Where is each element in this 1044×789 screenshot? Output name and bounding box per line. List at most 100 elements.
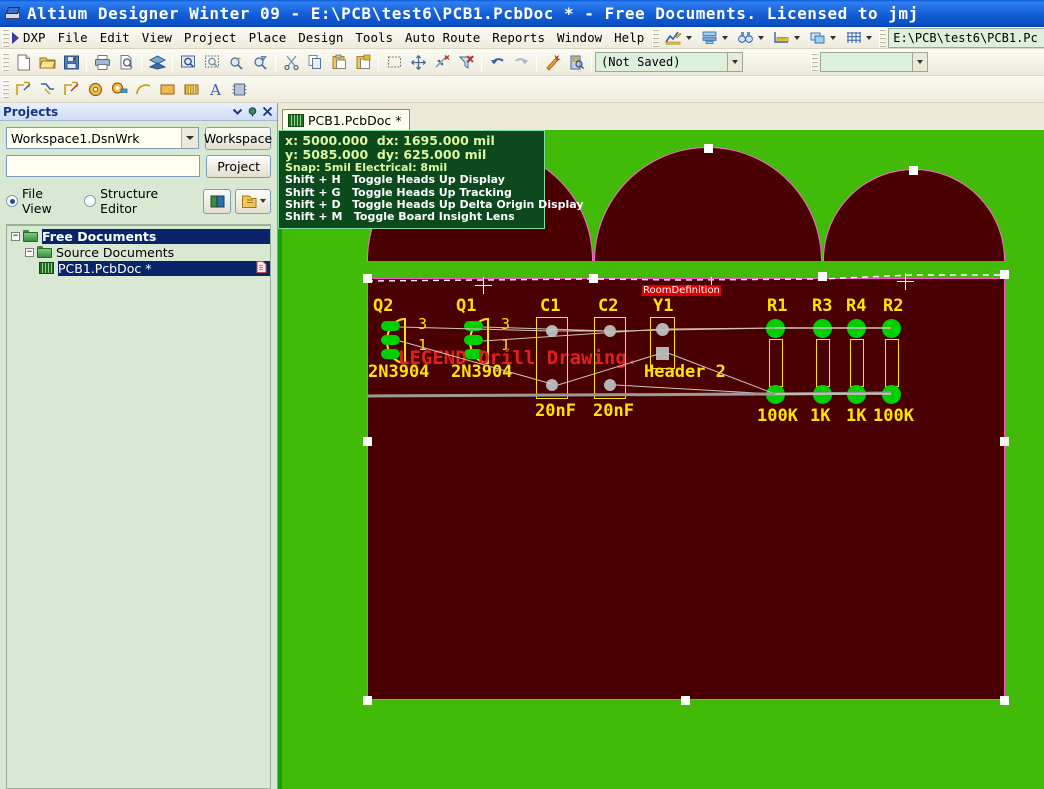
component-value-Y1[interactable]: Header 2: [644, 362, 726, 382]
layers-stack-icon[interactable]: [697, 26, 721, 49]
dropdown-arrow-icon[interactable]: [259, 199, 266, 203]
file-view-label[interactable]: File View: [22, 186, 72, 216]
menu-item-window[interactable]: Window: [551, 28, 608, 47]
menu-item-tools[interactable]: Tools: [349, 28, 399, 47]
component-value-R2[interactable]: 100K: [873, 406, 914, 426]
secondary-combo[interactable]: [820, 52, 928, 72]
selection-handle-left-mid[interactable]: [363, 437, 372, 446]
chart-pencil-icon[interactable]: [661, 26, 685, 49]
menu-item-reports[interactable]: Reports: [486, 28, 551, 47]
copy-icon[interactable]: [303, 51, 327, 74]
menu-item-edit[interactable]: Edit: [94, 28, 136, 47]
grid-dropdown-icon[interactable]: [866, 35, 873, 40]
menu-item-file[interactable]: File: [52, 28, 94, 47]
pad-Y1-1[interactable]: [656, 323, 669, 336]
books-icon[interactable]: [203, 188, 231, 214]
pcb-canvas[interactable]: x: 5000.000 dx: 1695.000 mil y: 5085.000…: [278, 130, 1044, 789]
pad-R3-1[interactable]: [813, 319, 832, 338]
place-string-icon[interactable]: A: [203, 78, 227, 101]
component-label-Q2[interactable]: Q2: [373, 296, 393, 316]
wand-icon[interactable]: [540, 51, 564, 74]
redo-icon[interactable]: [509, 51, 533, 74]
tree-item-source-documents[interactable]: − Source Documents: [7, 244, 270, 260]
cut-icon[interactable]: [279, 51, 303, 74]
select-area-icon[interactable]: [382, 51, 406, 74]
deselect-icon[interactable]: [430, 51, 454, 74]
component-silk-R2[interactable]: [885, 339, 899, 387]
placement-toolbar-gripper[interactable]: [2, 80, 9, 98]
menu-gripper[interactable]: [2, 28, 9, 47]
browse-icon[interactable]: [564, 51, 588, 74]
saved-state-dropdown-icon[interactable]: [727, 53, 742, 71]
pad-Y1-2[interactable]: [656, 347, 669, 360]
board-arc-middle[interactable]: [594, 147, 822, 261]
main-toolbar-gripper[interactable]: [2, 53, 9, 71]
file-view-radio[interactable]: [6, 195, 18, 207]
pad-R1-1[interactable]: [766, 319, 785, 338]
ruler-icon[interactable]: [769, 26, 793, 49]
pad-R2-1[interactable]: [882, 319, 901, 338]
binoculars-icon[interactable]: [733, 26, 757, 49]
component-value-R3[interactable]: 1K: [810, 406, 830, 426]
saved-state-combo[interactable]: (Not Saved): [595, 52, 743, 72]
workspace-combo[interactable]: Workspace1.DsnWrk: [6, 127, 199, 149]
component-silk-R1[interactable]: [769, 339, 783, 387]
paste-special-icon[interactable]: [351, 51, 375, 74]
place-pad-icon[interactable]: [83, 78, 107, 101]
component-silk-R3[interactable]: [816, 339, 830, 387]
pad-R4-2[interactable]: [847, 385, 866, 404]
zoom-out-icon[interactable]: [224, 51, 248, 74]
menu-item-dxp[interactable]: DXP: [21, 28, 52, 47]
selection-handle-arc-right-top[interactable]: [909, 166, 918, 175]
pad-Q1-1[interactable]: [464, 321, 483, 331]
component-label-C2[interactable]: C2: [598, 296, 618, 316]
pad-R3-2[interactable]: [813, 385, 832, 404]
place-via-icon[interactable]: [107, 78, 131, 101]
menu-item-view[interactable]: View: [136, 28, 178, 47]
selection-handle-right-top[interactable]: [1000, 270, 1009, 279]
component-label-Q1[interactable]: Q1: [456, 296, 476, 316]
selection-handle-left-top[interactable]: [363, 274, 372, 283]
cascade-dropdown-icon[interactable]: [830, 35, 837, 40]
expander-icon[interactable]: −: [11, 231, 20, 241]
binoculars-dropdown-icon[interactable]: [758, 35, 765, 40]
pad-C1-2[interactable]: [546, 379, 558, 391]
zoom-area-icon[interactable]: [176, 51, 200, 74]
board-arc-right[interactable]: [823, 169, 1005, 261]
zoom-selection-icon[interactable]: [200, 51, 224, 74]
tree-item-free-documents[interactable]: − Free Documents: [7, 228, 270, 244]
save-icon[interactable]: [59, 51, 83, 74]
structure-editor-radio[interactable]: [84, 195, 97, 207]
open-document-icon[interactable]: [235, 188, 271, 214]
chart-pencil-dropdown-icon[interactable]: [686, 35, 693, 40]
component-label-R1[interactable]: R1: [767, 296, 787, 316]
component-label-R3[interactable]: R3: [812, 296, 832, 316]
paste-icon[interactable]: [327, 51, 351, 74]
project-button[interactable]: Project: [206, 155, 271, 178]
pad-R4-1[interactable]: [847, 319, 866, 338]
component-value-C2[interactable]: 20nF: [593, 401, 634, 421]
place-polygon-icon[interactable]: [179, 78, 203, 101]
close-icon[interactable]: [261, 105, 274, 118]
selection-handle-arc-middle-top[interactable]: [704, 144, 713, 153]
document-path-field[interactable]: E:\PCB\test6\PCB1.Pc: [888, 27, 1044, 48]
pad-C2-1[interactable]: [604, 325, 616, 337]
place-fill-icon[interactable]: [155, 78, 179, 101]
pad-Q2-1[interactable]: [381, 321, 400, 331]
layers-stack-dropdown-icon[interactable]: [722, 35, 729, 40]
menu-toolbar-gripper[interactable]: [652, 28, 660, 47]
room-definition-badge[interactable]: RoomDefinition: [642, 285, 721, 296]
pin-icon[interactable]: [246, 105, 259, 118]
component-value-R4[interactable]: 1K: [846, 406, 866, 426]
tree-item-pcb1[interactable]: PCB1.PcbDoc *: [7, 260, 270, 276]
selection-handle-right-mid[interactable]: [1000, 437, 1009, 446]
secondary-combo-dropdown-icon[interactable]: [912, 53, 927, 71]
menu-item-auto-route[interactable]: Auto Route: [399, 28, 486, 47]
pad-R2-2[interactable]: [882, 385, 901, 404]
project-tree[interactable]: − Free Documents − Source Documents PCB1…: [6, 224, 271, 789]
selection-handle-left-bottom[interactable]: [363, 696, 372, 705]
component-label-C1[interactable]: C1: [540, 296, 560, 316]
pad-C1-1[interactable]: [546, 325, 558, 337]
place-track-icon[interactable]: [11, 78, 35, 101]
chevron-down-icon[interactable]: [231, 105, 244, 118]
